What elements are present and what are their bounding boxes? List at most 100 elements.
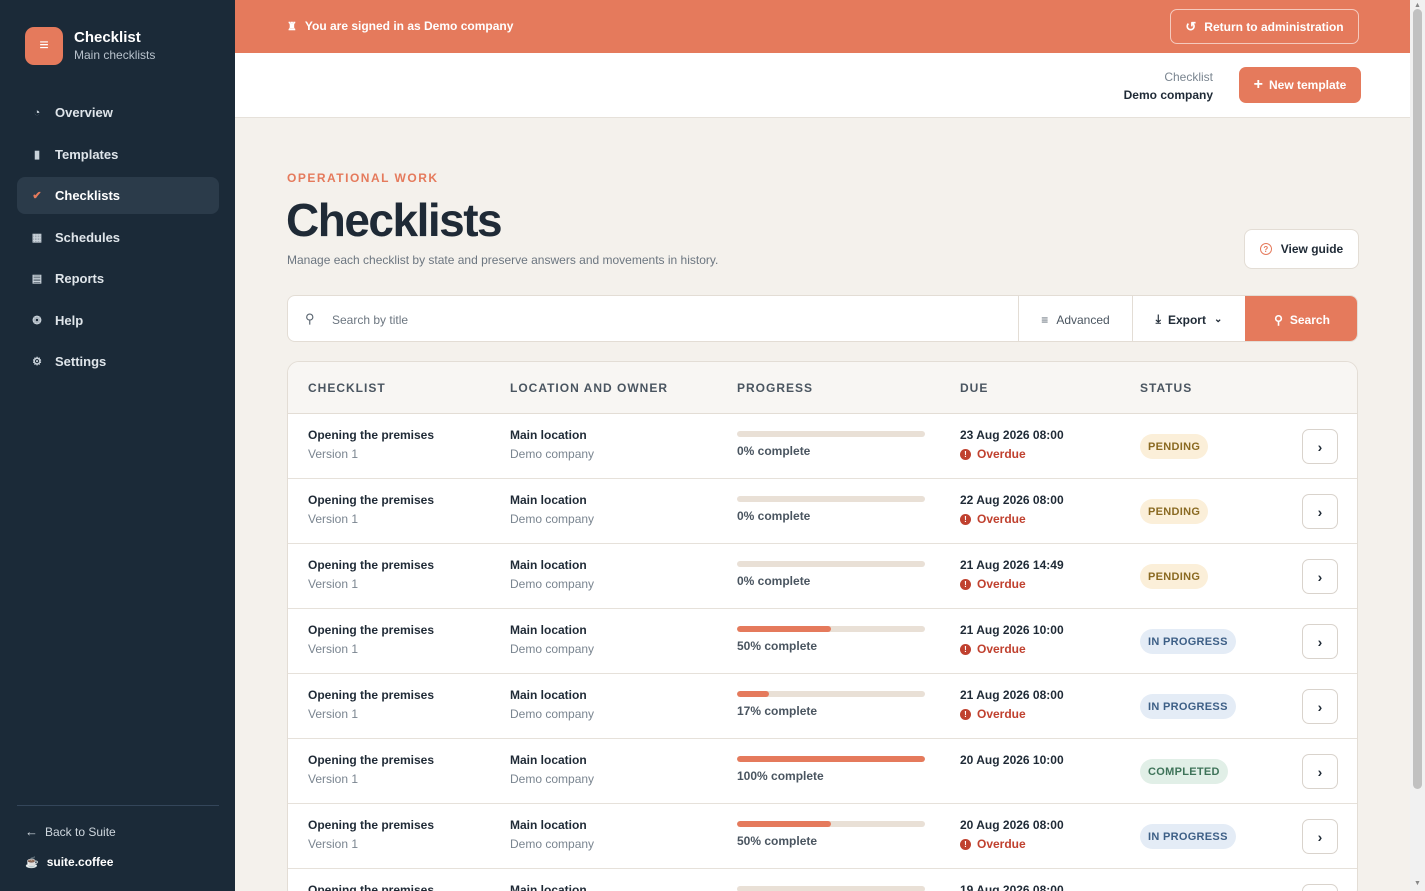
table-row[interactable]: Opening the premisesVersion 1Main locati…	[288, 544, 1357, 609]
scroll-down-icon[interactable]: ▼	[1414, 880, 1421, 887]
status-badge: IN PROGRESS	[1140, 629, 1236, 654]
table-header: CHECKLIST LOCATION AND OWNER PROGRESS DU…	[288, 362, 1357, 414]
view-guide-button[interactable]: ? View guide	[1244, 229, 1359, 269]
checklist-version: Version 1	[308, 772, 359, 786]
open-checklist-button[interactable]: ›	[1302, 754, 1338, 789]
open-checklist-button[interactable]: ›	[1302, 429, 1338, 464]
export-dropdown[interactable]: ⤓ Export ⌄	[1132, 296, 1245, 341]
due-date: 20 Aug 2026 08:00	[960, 818, 1064, 832]
progress-label: 100% complete	[737, 769, 824, 783]
chevron-right-icon: ›	[1317, 438, 1323, 455]
progress-label: 50% complete	[737, 639, 818, 653]
location-name: Main location	[510, 818, 587, 832]
download-icon: ⤓	[1155, 312, 1161, 326]
progress-label: 50% complete	[737, 834, 818, 848]
calendar-icon: ▦	[31, 231, 43, 244]
overdue-indicator: ! Overdue	[960, 642, 1026, 656]
coffee-cup-icon: ☕	[25, 856, 39, 869]
question-icon: ?	[1259, 243, 1272, 255]
pie-chart-icon: ◔	[33, 106, 41, 119]
page-scrollbar[interactable]: ▲ ▼	[1410, 0, 1425, 891]
open-checklist-button[interactable]: ›	[1302, 559, 1338, 594]
overdue-label: Overdue	[977, 837, 1026, 851]
overdue-indicator: ! Overdue	[960, 447, 1026, 461]
checklist-version: Version 1	[308, 707, 359, 721]
new-template-button[interactable]: + New template	[1239, 67, 1361, 103]
sidebar-item-overview[interactable]: ◔ Overview	[17, 94, 219, 131]
advanced-filter-button[interactable]: ≡ Advanced	[1018, 296, 1132, 341]
sidebar-item-help[interactable]: ❂ Help	[17, 302, 219, 339]
due-date: 19 Aug 2026 08:00	[960, 883, 1064, 891]
return-to-administration-button[interactable]: ↺ Return to administration	[1170, 9, 1359, 44]
progress-bar	[737, 431, 925, 437]
alert-icon: !	[960, 448, 971, 460]
sidebar-item-schedules[interactable]: ▦ Schedules	[17, 219, 219, 256]
overdue-label: Overdue	[977, 577, 1026, 591]
table-row[interactable]: Opening the premisesVersion 1Main locati…	[288, 739, 1357, 804]
status-badge: PENDING	[1140, 434, 1209, 459]
overdue-indicator: ! Overdue	[960, 577, 1026, 591]
back-to-suite-link[interactable]: ← Back to Suite	[25, 824, 116, 839]
suite-brand-label: suite.coffee	[46, 855, 114, 869]
table-row[interactable]: Opening the premisesVersion 1Main locati…	[288, 869, 1357, 891]
progress-bar	[737, 561, 925, 567]
open-checklist-button[interactable]: ›	[1302, 689, 1338, 724]
scrollbar-thumb[interactable]	[1413, 9, 1422, 789]
checks-icon: ✔	[32, 190, 42, 202]
table-row[interactable]: Opening the premisesVersion 1Main locati…	[288, 804, 1357, 869]
scroll-up-icon[interactable]: ▲	[1414, 2, 1421, 9]
sidebar-item-settings[interactable]: ⚙ Settings	[17, 343, 219, 380]
plus-icon: +	[1253, 76, 1263, 93]
owner-name: Demo company	[510, 642, 595, 656]
open-checklist-button[interactable]: ›	[1302, 624, 1338, 659]
search-button[interactable]: ⚲ Search	[1245, 296, 1357, 341]
table-row[interactable]: Opening the premises Version 1 Main locati…	[288, 414, 1357, 479]
table-row[interactable]: Opening the premisesVersion 1Main locati…	[288, 674, 1357, 739]
progress-bar	[737, 626, 925, 632]
suite-brand: ☕ suite.coffee	[25, 855, 113, 869]
progress-label: 17% complete	[737, 704, 818, 718]
location-name: Main location	[510, 428, 587, 442]
chevron-right-icon: ›	[1317, 503, 1323, 520]
search-input[interactable]	[332, 306, 1012, 333]
alert-icon: !	[960, 838, 971, 850]
page-eyebrow: OPERATIONAL WORK	[287, 171, 439, 185]
checklist-title: Opening the premises	[308, 428, 435, 442]
progress-label: 0% complete	[737, 574, 811, 588]
sidebar-item-templates[interactable]: ▮ Templates	[17, 136, 219, 173]
page-header: Checklist Demo company + New template	[235, 53, 1410, 118]
open-checklist-button[interactable]: ›	[1302, 494, 1338, 529]
sidebar-item-reports[interactable]: ▤ Reports	[17, 260, 219, 297]
owner-name: Demo company	[510, 577, 595, 591]
clipboard-icon: ▮	[33, 148, 41, 161]
sidebar-item-label: Help	[55, 312, 84, 328]
banner-text: You are signed in as Demo company	[304, 19, 514, 33]
chevron-right-icon: ›	[1317, 698, 1323, 715]
brand[interactable]: ≡ Checklist Main checklists	[25, 27, 155, 65]
column-header-checklist: CHECKLIST	[308, 381, 386, 395]
alert-icon: !	[960, 578, 971, 590]
table-row[interactable]: Opening the premisesVersion 1Main locati…	[288, 609, 1357, 674]
progress-fill	[737, 626, 831, 632]
due-date: 21 Aug 2026 14:49	[960, 558, 1064, 572]
open-checklist-button[interactable]: ›	[1302, 819, 1338, 854]
export-label: Export	[1167, 312, 1206, 327]
chevron-right-icon: ›	[1317, 763, 1323, 780]
column-header-status: STATUS	[1140, 381, 1193, 395]
view-guide-label: View guide	[1280, 242, 1344, 256]
arrow-left-icon: ←	[25, 824, 38, 839]
overdue-indicator: ! Overdue	[960, 837, 1026, 851]
breadcrumb-app: Checklist	[1164, 70, 1213, 84]
checklist-version: Version 1	[308, 447, 359, 461]
location-name: Main location	[510, 883, 587, 891]
location-name: Main location	[510, 493, 587, 507]
page-description: Manage each checklist by state and prese…	[287, 253, 719, 267]
status-badge: PENDING	[1140, 564, 1209, 589]
overdue-label: Overdue	[977, 642, 1026, 656]
progress-bar	[737, 691, 925, 697]
page-title: Checklists	[286, 194, 503, 246]
sidebar-item-checklists[interactable]: ✔ Checklists	[17, 177, 219, 214]
open-checklist-button[interactable]: ›	[1302, 884, 1338, 891]
table-row[interactable]: Opening the premisesVersion 1Main locati…	[288, 479, 1357, 544]
search-button-label: Search	[1289, 312, 1330, 327]
